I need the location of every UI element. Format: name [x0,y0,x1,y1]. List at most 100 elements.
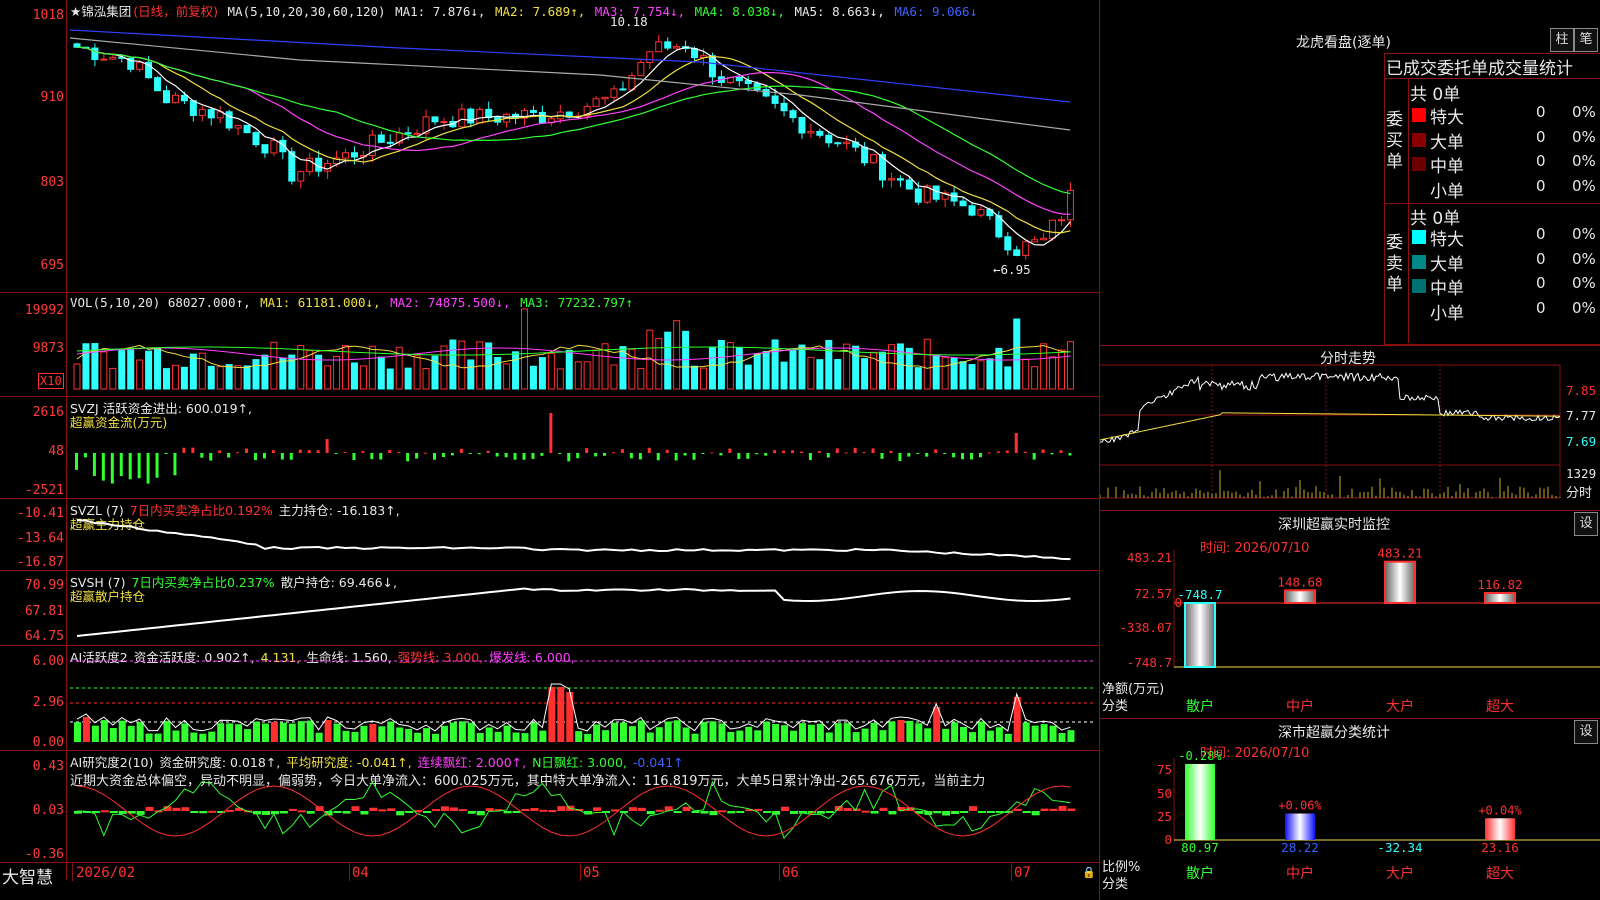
sz-stat-chart[interactable]: 75 50 25 0 -0.28% 80.97 散户 +0.06% 28.22 中户 -32.34 大… [1100,718,1600,900]
candle-body [377,134,385,143]
active-bar [360,725,368,742]
date-axis[interactable]: 大智慧 2026/02 04 05 06 07 🔒 [0,863,1100,900]
candle-body [807,130,815,134]
candle-body [261,144,269,154]
fund-flow-bar [1032,453,1036,460]
candle-body [476,108,484,124]
active-bar [790,730,797,742]
sz-monitor-chart[interactable]: 483.2172.57-338.07-748.70-748.7散户148.68中… [1100,510,1600,718]
research-bar [396,811,405,816]
retail-position-chart[interactable] [0,571,1100,645]
fund-flow-bar [468,453,472,454]
active-bar [852,732,860,742]
candle-body [1004,236,1012,251]
active-bar [82,717,90,742]
active-bar [208,731,216,742]
candle-body [914,188,922,203]
volume-bar [914,367,922,390]
active-bar [342,730,350,742]
intraday-panel[interactable]: 分时走势 7.85 7.77 7.69 1329 分时 [1100,345,1600,510]
volume-panel[interactable]: 19992 9873 X10 VOL(5,10,20) 68027.000↑, … [0,293,1100,396]
svzl-panel[interactable]: -10.41 -13.64 -16.87 SVZL (7) 7日内买卖净占比0.… [0,499,1100,570]
sz-monitor-category: 散户 [1186,698,1214,715]
lhb-panel[interactable]: 龙虎看盘(逐单) 柱 笔 已成交委托单成交量统计 委买单 委卖单 共 0单 共 … [1100,0,1600,345]
active-bar [378,726,386,742]
research-bar [270,811,279,815]
candle-body [1049,219,1057,239]
candle-body [637,61,645,77]
fund-flow-bar [316,450,320,453]
fund-flow-bar [298,449,302,453]
research-bar [360,811,369,815]
active-bar [306,720,314,742]
volume-bar [1040,343,1048,390]
sz-monitor-panel[interactable]: 深圳超赢实时监控 设 时间: 2026/07/10 483.21 72.57 -33… [1100,510,1600,718]
ai-active-chart[interactable] [0,646,1100,750]
lhb-tabs[interactable]: 已成交委托单成交量统计 [1386,54,1600,79]
research-bar [682,806,691,811]
volume-bar [565,349,573,390]
candle-body [100,58,108,61]
active-bar [1004,733,1012,742]
candlestick-chart[interactable] [0,0,1100,292]
active-bar [745,726,753,742]
research-bar [387,808,396,811]
sell-row-count: 0 [1536,225,1546,243]
fund-flow-bar [728,448,732,453]
sell-row-name: 小单 [1430,303,1464,324]
active-bar [503,725,511,742]
ai-research-chart[interactable] [0,751,1100,862]
volume-bar [503,363,511,390]
research-bar [432,809,440,812]
research-bar [449,807,458,811]
active-bar [843,723,851,742]
research-bar [700,811,709,814]
fund-flow-chart[interactable] [0,397,1100,498]
sz-monitor-bar [1184,602,1216,668]
candle-body [538,111,546,124]
volume-chart[interactable] [0,293,1100,396]
volume-bar [1049,356,1057,390]
sell-row-pct: 0% [1572,249,1596,268]
svzj-panel[interactable]: 2616 48 -2521 SVZJ 活跃资金进出: 600.019↑, 超赢资… [0,397,1100,498]
candle-body [843,141,851,145]
lock-icon[interactable]: 🔒 [1082,866,1096,879]
price-panel[interactable]: 1018 910 803 695 ★锦泓集团 (日线，前复权) MA(5,10,2… [0,0,1100,292]
fund-flow-bar [522,453,526,460]
bar-view-button[interactable]: 柱 [1550,28,1574,52]
fund-flow-bar [880,453,884,459]
fund-flow-bar [271,450,275,453]
sz-stat-panel[interactable]: 深市超赢分类统计 设 时间: 2026/07/10 75 50 25 0 -0.28% 8… [1100,718,1600,900]
volume-bar [350,362,358,390]
volume-bar [234,365,242,390]
volume-bar [377,356,385,390]
active-bar [754,730,762,742]
ai-research-panel[interactable]: 0.43 0.03 -0.36 AI研究度2(10) 资金研究度: 0.018↑… [0,751,1100,862]
fund-flow-bar [406,453,410,462]
volume-bar [180,366,188,390]
volume-bar [1066,341,1074,390]
main-position-chart[interactable] [0,499,1100,570]
fund-flow-bar [853,447,857,453]
volume-bar [574,361,582,390]
tick-view-button[interactable]: 笔 [1574,28,1598,52]
fund-flow-bar [352,453,356,461]
sz-monitor-axis-label: 483.21 [1127,550,1172,565]
ai-active-panel[interactable]: 6.00 2.96 0.00 AI活跃度2 资金活跃度: 0.902↑, 4.1… [0,646,1100,750]
fund-flow-bar [388,449,392,453]
candle-body [825,134,833,144]
intraday-chart[interactable] [1100,345,1600,510]
fund-flow-bar [361,451,365,453]
svsh-panel[interactable]: 70.99 67.81 64.75 SVSH (7) 7日内买卖净占比0.237… [0,571,1100,645]
buy-row-pct: 0% [1572,103,1596,121]
fund-flow-bar [119,453,123,477]
research-bar [763,811,772,813]
volume-bar [798,344,806,390]
volume-bar [583,361,591,390]
sell-row-count: 0 [1536,274,1546,292]
candle-body [932,185,940,200]
active-bar [718,723,726,742]
research-bar [145,806,154,811]
candle-body [91,47,99,60]
active-bar [727,731,735,742]
